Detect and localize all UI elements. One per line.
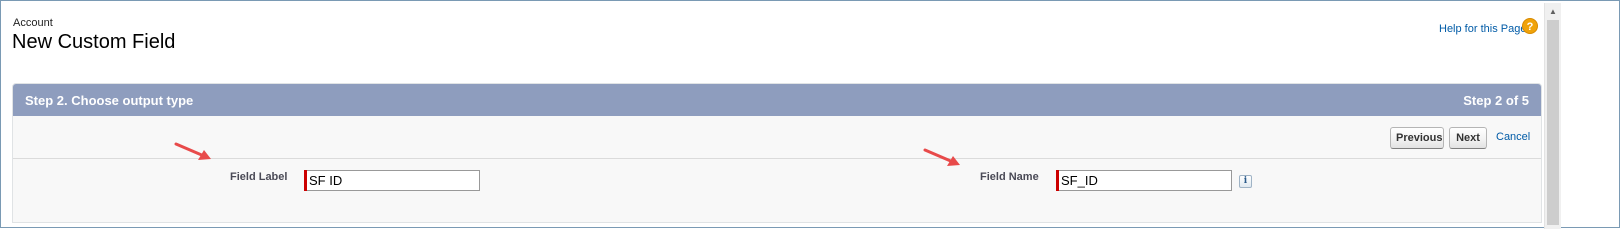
cancel-link[interactable]: Cancel <box>1496 131 1530 143</box>
svg-text:?: ? <box>1527 21 1534 33</box>
step-counter: Step 2 of 5 <box>1463 93 1529 108</box>
step-panel: Step 2. Choose output type Step 2 of 5 P… <box>12 83 1542 223</box>
red-arrow-icon <box>174 142 211 160</box>
field-label-input[interactable] <box>307 170 480 191</box>
section-divider <box>13 158 1541 159</box>
help-question-icon[interactable]: ? <box>1522 18 1538 34</box>
scroll-thumb[interactable] <box>1547 20 1559 225</box>
info-icon[interactable]: i <box>1239 175 1252 188</box>
help-link[interactable]: Help for this Page <box>1439 23 1526 35</box>
field-name-input[interactable] <box>1059 170 1232 191</box>
red-arrow-icon <box>923 148 960 166</box>
field-label-caption: Field Label <box>230 171 288 183</box>
page-title: New Custom Field <box>12 31 176 53</box>
scroll-up-arrow-icon[interactable]: ▲ <box>1545 3 1561 20</box>
next-button[interactable]: Next <box>1449 127 1487 149</box>
field-name-caption: Field Name <box>980 171 1039 183</box>
page-frame: Account New Custom Field Help for this P… <box>0 0 1620 229</box>
object-name: Account <box>13 17 53 29</box>
step-title: Step 2. Choose output type <box>25 93 194 108</box>
step-header: Step 2. Choose output type Step 2 of 5 <box>13 84 1541 116</box>
vertical-scrollbar[interactable]: ▲ <box>1544 3 1561 229</box>
previous-button[interactable]: Previous <box>1390 127 1444 149</box>
